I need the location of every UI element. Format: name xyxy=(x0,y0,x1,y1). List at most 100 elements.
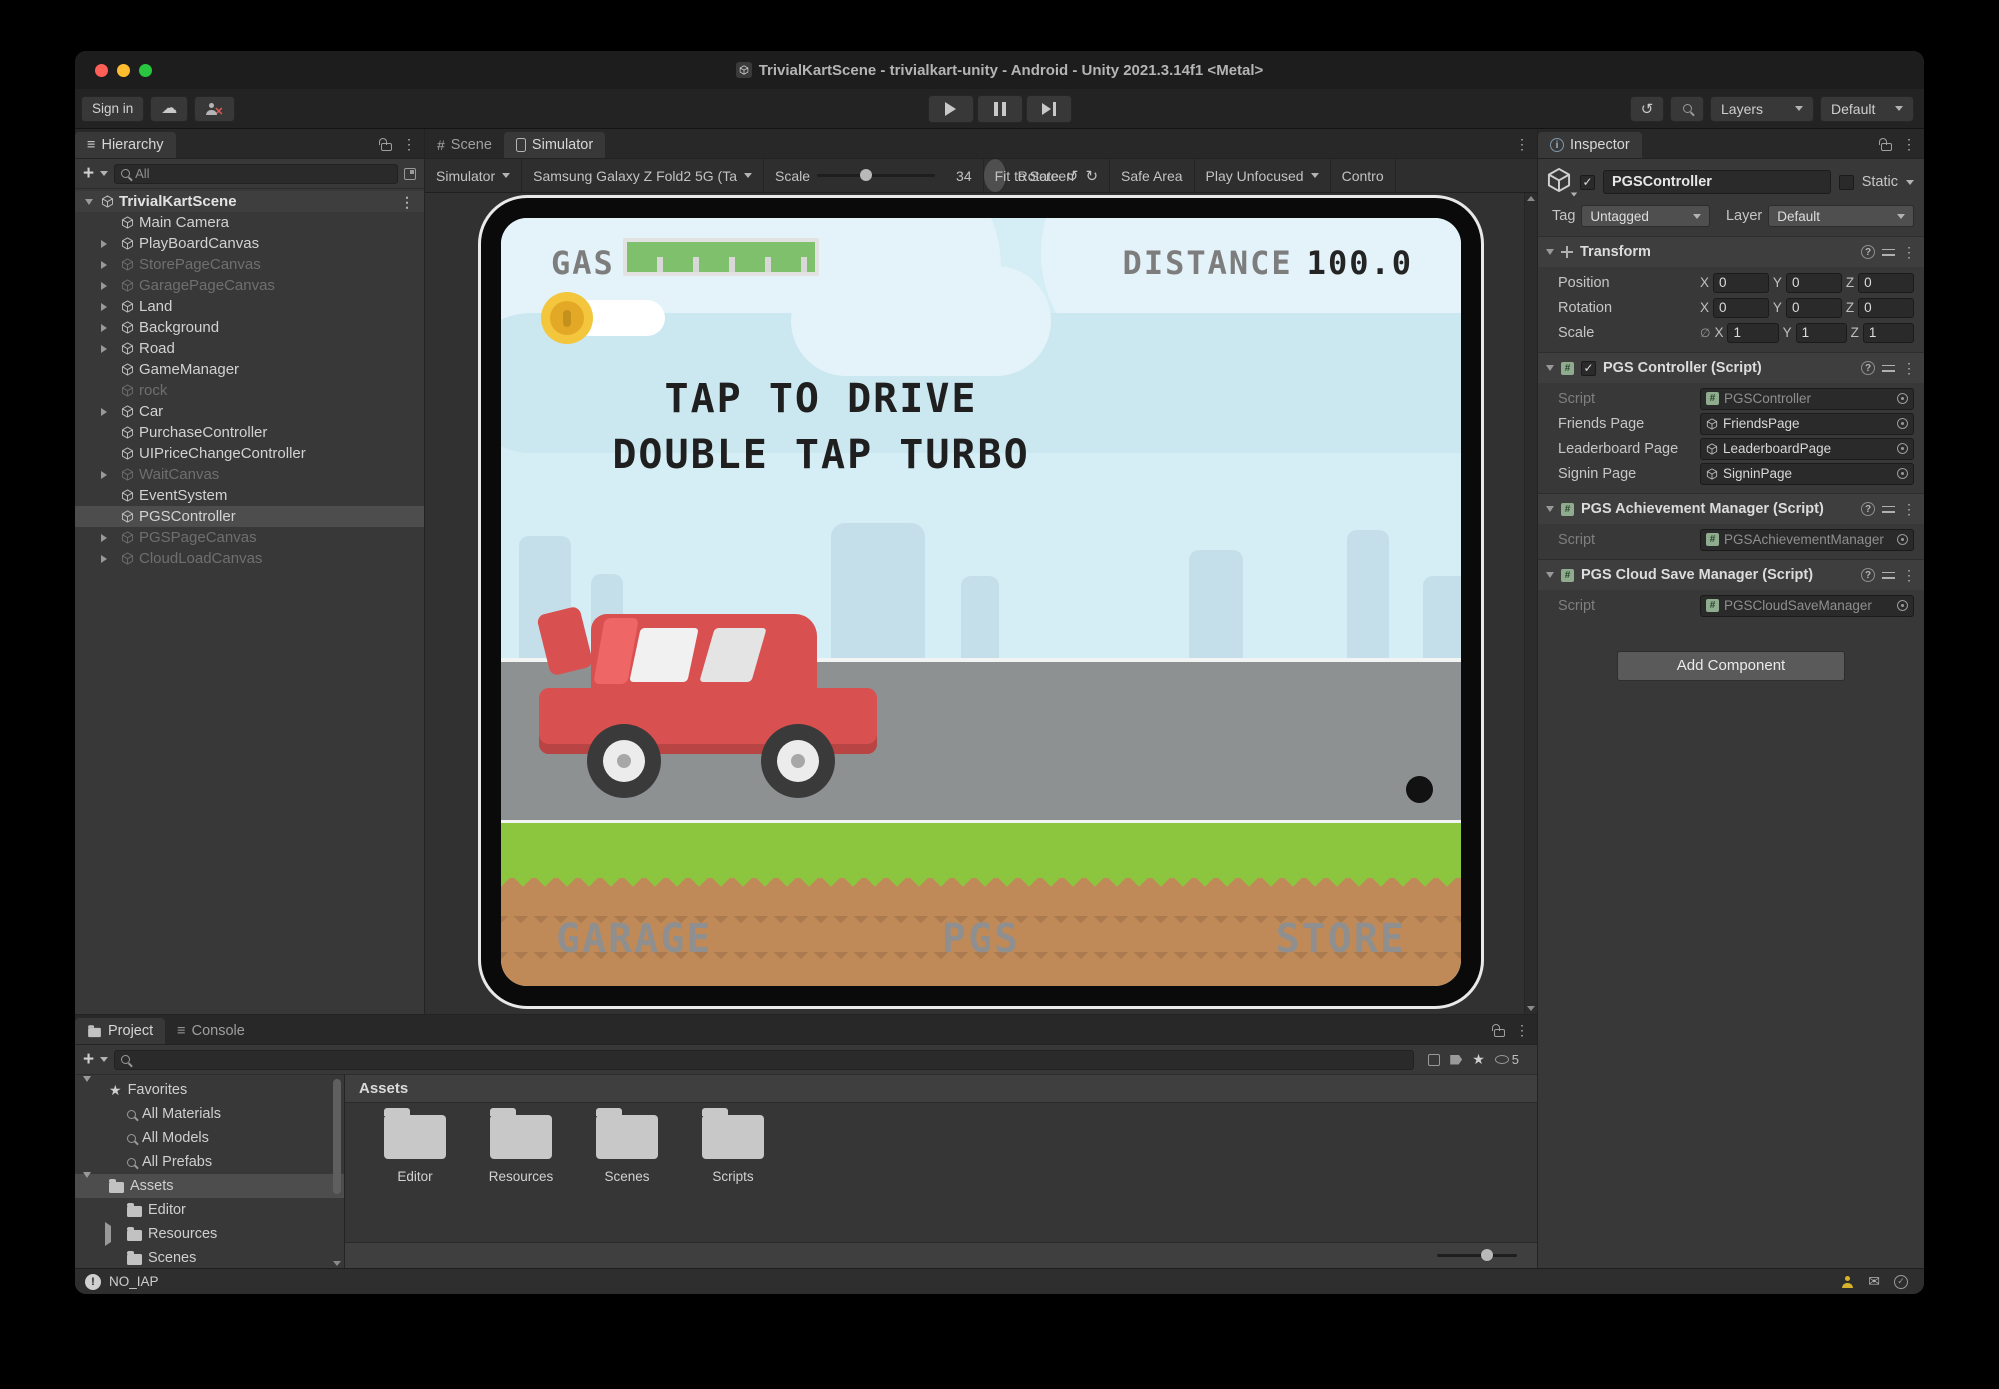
collapse-icon[interactable] xyxy=(1546,365,1554,371)
kebab-menu-icon[interactable]: ⋮ xyxy=(1902,137,1916,151)
expand-icon[interactable] xyxy=(101,303,107,311)
rotate-left-icon[interactable]: ↺ xyxy=(1066,167,1079,185)
layer-dropdown[interactable]: Default xyxy=(1768,205,1914,227)
toggle-window-icon[interactable] xyxy=(404,168,416,180)
lock-icon[interactable] xyxy=(1494,1029,1505,1037)
script-object-field[interactable]: # PGSController xyxy=(1700,388,1914,410)
message-envelope-icon[interactable]: ✉ xyxy=(1868,1273,1880,1290)
collab-button[interactable]: ✕ xyxy=(194,96,234,122)
create-plus-button[interactable]: + xyxy=(83,1050,94,1069)
tab-project[interactable]: Project xyxy=(75,1018,165,1044)
hierarchy-item[interactable]: CloudLoadCanvas xyxy=(75,548,424,569)
tree-folder[interactable]: Scenes xyxy=(75,1246,344,1270)
position-z-input[interactable] xyxy=(1858,273,1914,293)
search-by-type-icon[interactable] xyxy=(1428,1054,1440,1066)
expand-icon[interactable] xyxy=(101,324,107,332)
hierarchy-item[interactable]: PurchaseController xyxy=(75,422,424,443)
hidden-packages-toggle[interactable]: 5 xyxy=(1495,1052,1519,1067)
scale-z-input[interactable] xyxy=(1863,323,1914,343)
status-message[interactable]: NO_IAP xyxy=(109,1274,159,1289)
help-icon[interactable]: ? xyxy=(1861,502,1875,516)
asset-folder[interactable]: Resources xyxy=(475,1115,567,1242)
hierarchy-item[interactable]: PGSPageCanvas xyxy=(75,527,424,548)
favorites-row[interactable]: ★ Favorites xyxy=(75,1078,344,1102)
rotation-y-input[interactable] xyxy=(1786,298,1842,318)
scale-slider[interactable] xyxy=(817,174,935,177)
kebab-menu-icon[interactable]: ⋮ xyxy=(400,195,414,209)
tree-folder[interactable]: Resources xyxy=(75,1222,344,1246)
object-picker-icon[interactable] xyxy=(1897,534,1908,545)
asset-folder[interactable]: Scenes xyxy=(581,1115,673,1242)
fit-to-screen-button[interactable]: Fit to Screen xyxy=(984,159,1007,192)
tasks-check-icon[interactable]: ✓ xyxy=(1894,1275,1908,1289)
safe-area-button[interactable]: Safe Area xyxy=(1110,159,1195,192)
hierarchy-search-input[interactable] xyxy=(135,166,391,181)
hierarchy-item[interactable]: GaragePageCanvas xyxy=(75,275,424,296)
object-field[interactable]: LeaderboardPage xyxy=(1700,438,1914,460)
expand-icon[interactable] xyxy=(101,534,107,542)
collapse-icon[interactable] xyxy=(1546,506,1554,512)
project-search-input[interactable] xyxy=(135,1052,1407,1067)
cloud-button[interactable]: ☁ xyxy=(150,96,188,122)
enabled-checkbox[interactable]: ✓ xyxy=(1581,361,1596,376)
expand-icon[interactable] xyxy=(101,261,107,269)
object-field[interactable]: FriendsPage xyxy=(1700,413,1914,435)
hierarchy-item[interactable]: Main Camera xyxy=(75,212,424,233)
scale-x-input[interactable] xyxy=(1727,323,1778,343)
asset-folder[interactable]: Editor xyxy=(369,1115,461,1242)
thumbnail-size-slider[interactable] xyxy=(1437,1254,1517,1257)
tag-dropdown[interactable]: Untagged xyxy=(1581,205,1710,227)
hierarchy-item[interactable]: Land xyxy=(75,296,424,317)
search-by-label-icon[interactable] xyxy=(1450,1055,1462,1065)
component-header[interactable]: # ✓ PGS Controller (Script) ? ⋮ xyxy=(1538,353,1924,383)
slider-thumb-icon[interactable] xyxy=(1481,1249,1493,1261)
hierarchy-item[interactable]: GameManager xyxy=(75,359,424,380)
gameobject-name-input[interactable] xyxy=(1603,170,1831,194)
hierarchy-item[interactable]: EventSystem xyxy=(75,485,424,506)
game-screen[interactable]: GAS DISTANCE xyxy=(501,218,1461,986)
favorites-item[interactable]: All Materials xyxy=(75,1102,344,1126)
hierarchy-item[interactable]: Car xyxy=(75,401,424,422)
hierarchy-item[interactable]: rock xyxy=(75,380,424,401)
favorites-item[interactable]: All Prefabs xyxy=(75,1150,344,1174)
tree-folder[interactable]: Editor xyxy=(75,1198,344,1222)
hierarchy-scene-row[interactable]: TrivialKartScene ⋮ xyxy=(75,191,424,212)
collapse-icon[interactable] xyxy=(1546,249,1554,255)
object-picker-icon[interactable] xyxy=(1897,393,1908,404)
control-dropdown[interactable]: Contro xyxy=(1331,159,1396,192)
script-object-field[interactable]: # PGSCloudSaveManager xyxy=(1700,595,1914,617)
kebab-menu-icon[interactable]: ⋮ xyxy=(1902,245,1916,259)
expand-icon[interactable] xyxy=(101,282,107,290)
hierarchy-item[interactable]: PlayBoardCanvas xyxy=(75,233,424,254)
expand-icon[interactable] xyxy=(101,240,107,248)
expand-icon[interactable] xyxy=(101,345,107,353)
hierarchy-item[interactable]: Background xyxy=(75,317,424,338)
kebab-menu-icon[interactable]: ⋮ xyxy=(1902,361,1916,375)
scroll-down-icon[interactable] xyxy=(333,1261,341,1266)
garage-button[interactable]: GARAGE xyxy=(556,916,713,962)
hierarchy-item-selected[interactable]: PGSController xyxy=(75,506,424,527)
sign-in-button[interactable]: Sign in xyxy=(81,96,144,122)
device-dropdown[interactable]: Samsung Galaxy Z Fold2 5G (Ta xyxy=(522,159,764,192)
add-component-button[interactable]: Add Component xyxy=(1617,651,1845,681)
static-checkbox[interactable] xyxy=(1839,175,1854,190)
hierarchy-item[interactable]: WaitCanvas xyxy=(75,464,424,485)
create-dropdown-icon[interactable] xyxy=(100,1057,108,1062)
object-picker-icon[interactable] xyxy=(1897,468,1908,479)
layers-dropdown[interactable]: Layers xyxy=(1710,96,1814,122)
create-plus-button[interactable]: + xyxy=(83,164,94,183)
presets-icon[interactable] xyxy=(1882,363,1895,374)
kebab-menu-icon[interactable]: ⋮ xyxy=(1515,137,1529,151)
help-icon[interactable]: ? xyxy=(1861,361,1875,375)
layout-dropdown[interactable]: Default xyxy=(1820,96,1914,122)
play-button[interactable] xyxy=(928,95,974,123)
presets-icon[interactable] xyxy=(1882,570,1895,581)
rotation-z-input[interactable] xyxy=(1858,298,1914,318)
tab-inspector[interactable]: i Inspector xyxy=(1538,132,1642,158)
save-search-icon[interactable]: ★ xyxy=(1472,1051,1485,1068)
kebab-menu-icon[interactable]: ⋮ xyxy=(1902,502,1916,516)
kebab-menu-icon[interactable]: ⋮ xyxy=(1902,568,1916,582)
object-field[interactable]: SigninPage xyxy=(1700,463,1914,485)
search-button[interactable] xyxy=(1670,96,1704,122)
help-icon[interactable]: ? xyxy=(1861,568,1875,582)
